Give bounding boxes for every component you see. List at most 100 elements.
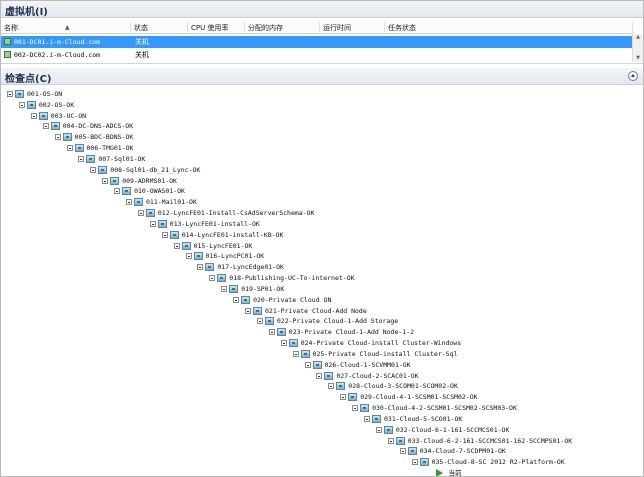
checkpoint-icon [110, 176, 120, 185]
collapse-node-icon[interactable] [137, 210, 144, 217]
col-header-status[interactable]: 状态 [131, 22, 188, 34]
collapse-node-icon[interactable] [399, 448, 406, 455]
collapse-node-icon[interactable] [340, 394, 347, 401]
checkpoint-node[interactable]: 028-Cloud-3-SCOM01-SCOM02-OK [328, 381, 458, 392]
vm-icon [4, 51, 11, 58]
collapse-node-icon[interactable] [90, 166, 97, 173]
checkpoint-node[interactable]: 001-OS-ON [7, 89, 62, 100]
checkpoint-node[interactable]: 027-Cloud-2-SCAC01-OK [316, 371, 419, 382]
collapse-node-icon[interactable] [328, 383, 335, 390]
checkpoint-label: 025-Private Cloud-install Cluster-Sql [312, 349, 458, 358]
checkpoint-icon [62, 133, 72, 142]
collapse-node-icon[interactable] [387, 437, 394, 444]
vm-row[interactable]: 001-DC01.i-m-Cloud.com 关机 [1, 36, 643, 48]
collapse-icon[interactable] [628, 71, 638, 81]
checkpoint-node[interactable]: 015-LyncFE01-OK [173, 241, 252, 252]
checkpoint-node[interactable]: 033-Cloud-6-2-161-SCCMCS01-162-SCCMPS01-… [387, 436, 572, 447]
checkpoint-node[interactable]: 016-LyncPC01-OK [185, 251, 264, 262]
checkpoint-tree: 001-OS-ON 002-OS-OK 003-UC-ON 004-DC-DNS-AD… [1, 86, 643, 476]
checkpoint-node[interactable]: 014-LyncFE01-install-KB-OK [161, 230, 283, 241]
checkpoint-icon [383, 425, 393, 434]
collapse-node-icon[interactable] [352, 405, 359, 412]
checkpoint-node[interactable]: 009-ADRMS01-OK [102, 176, 177, 187]
collapse-node-icon[interactable] [375, 426, 382, 433]
collapse-node-icon[interactable] [42, 123, 49, 130]
scroll-down-icon[interactable]: ▼ [634, 55, 642, 62]
checkpoint-label: 021-Private Cloud-Add Node [265, 306, 367, 315]
play-icon [435, 469, 443, 476]
checkpoint-node[interactable]: 029-Cloud-4-1-SCSM01-SCSM02-OK [340, 392, 478, 403]
collapse-node-icon[interactable] [126, 199, 132, 206]
checkpoint-label: 002-OS-OK [38, 100, 75, 109]
checkpoint-node[interactable]: 006-TMG01-OK [66, 143, 133, 154]
collapse-node-icon[interactable] [114, 188, 121, 195]
collapse-node-icon[interactable] [78, 155, 85, 162]
collapse-node-icon[interactable] [256, 318, 263, 325]
collapse-node-icon[interactable] [149, 220, 156, 227]
col-header-memory[interactable]: 分配的内存 [245, 22, 320, 34]
checkpoint-node[interactable]: 008-Sql01-db_21_Lync-OK [90, 165, 200, 176]
vm-table-scrollbar[interactable]: ▲ ▼ [632, 34, 643, 62]
collapse-node-icon[interactable] [280, 340, 287, 347]
checkpoint-node[interactable]: 023-Private Cloud-1-Add Node-1-2 [268, 327, 414, 338]
checkpoint-node[interactable]: 010-OWAS01-OK [114, 186, 185, 197]
checkpoint-node[interactable]: 032-Cloud-6-1-161-SCCMCS01-OK [375, 425, 509, 436]
checkpoint-node[interactable]: 007-Sql01-OK [78, 154, 145, 165]
checkpoint-node[interactable]: 030-Cloud-4-2-SCSM01-SCSM02-SCSM03-OK [352, 403, 517, 414]
collapse-node-icon[interactable] [411, 459, 418, 466]
checkpoint-icon [15, 90, 24, 98]
collapse-node-icon[interactable] [30, 112, 37, 119]
checkpoint-label: 028-Cloud-3-SCOM01-SCOM02-OK [348, 382, 458, 391]
checkpoint-node[interactable]: 031-Cloud-5-SCO01-OK [364, 414, 462, 425]
checkpoint-node[interactable]: 005-BDC-BDNS-OK [54, 132, 133, 143]
checkpoint-node[interactable]: 003-UC-ON [30, 111, 86, 122]
checkpoint-node[interactable]: 013-LyncFE01-install-OK [149, 219, 260, 230]
collapse-node-icon[interactable] [268, 329, 275, 336]
checkpoint-now-node[interactable]: 当前 [435, 468, 462, 476]
collapse-node-icon[interactable] [18, 101, 25, 108]
checkpoint-label: 022-Private Cloud-1-Add Storage [276, 317, 399, 326]
checkpoint-node[interactable]: 024-Private Cloud-install Cluster-Window… [280, 338, 461, 349]
checkpoint-icon [157, 219, 167, 228]
collapse-node-icon[interactable] [292, 350, 299, 357]
col-header-task-status[interactable]: 任务状态 [385, 22, 633, 34]
checkpoint-icon [169, 230, 179, 239]
checkpoint-node[interactable]: 034-Cloud-7-SCDPM01-OK [399, 446, 506, 457]
checkpoint-node[interactable]: 004-DC-DNS-ADCS-OK [42, 121, 133, 132]
collapse-node-icon[interactable] [102, 177, 109, 184]
checkpoint-node[interactable]: 035-Cloud-8-SC 2012 R2-Platform-OK [411, 457, 565, 468]
collapse-node-icon[interactable] [66, 145, 73, 152]
collapse-node-icon[interactable] [173, 242, 180, 249]
collapse-node-icon[interactable] [304, 361, 311, 368]
collapse-node-icon[interactable] [7, 91, 13, 97]
collapse-node-icon[interactable] [233, 296, 240, 303]
vm-section-header[interactable]: 虚拟机(I) [1, 1, 643, 18]
checkpoint-node[interactable]: 026-Cloud-1-SCVMM01-OK [304, 360, 411, 371]
checkpoint-node[interactable]: 019-SP01-OK [221, 284, 284, 295]
collapse-node-icon[interactable] [209, 275, 216, 282]
collapse-node-icon[interactable] [221, 285, 228, 292]
collapse-node-icon[interactable] [197, 264, 204, 271]
collapse-node-icon[interactable] [364, 415, 370, 422]
col-header-uptime[interactable]: 运行时间 [320, 22, 385, 34]
checkpoint-node[interactable]: 017-LyncEdge01-OK [197, 262, 284, 273]
checkpoint-node[interactable]: 018-Publishing-UC-To-internet-OK [209, 273, 355, 284]
checkpoint-node[interactable]: 011-Mail01-OK [126, 197, 197, 208]
checkpoint-node[interactable]: 025-Private Cloud-install Cluster-Sql [292, 349, 458, 360]
checkpoint-node[interactable]: 002-OS-OK [18, 100, 75, 111]
checkpoint-node[interactable]: 012-LyncFE01-Install-CsAdServerSchema-OK [137, 208, 314, 219]
checkpoint-node[interactable]: 022-Private Cloud-1-Add Storage [256, 316, 399, 327]
sort-up-icon: ▲ [65, 24, 70, 31]
collapse-node-icon[interactable] [161, 231, 168, 238]
vm-row[interactable]: 002-DC02.i-m-Cloud.com 关机 [1, 49, 643, 61]
collapse-node-icon[interactable] [54, 134, 61, 141]
scroll-up-icon[interactable]: ▲ [634, 34, 642, 41]
collapse-node-icon[interactable] [185, 253, 192, 260]
checkpoint-node[interactable]: 020-Private Cloud ON [233, 295, 331, 306]
checkpoint-section-header[interactable]: 检查点(C) [1, 68, 643, 85]
col-header-cpu[interactable]: CPU 使用率 [188, 22, 245, 34]
checkpoint-node[interactable]: 021-Private Cloud-Add Node [245, 306, 367, 317]
collapse-node-icon[interactable] [316, 372, 323, 379]
collapse-node-icon[interactable] [245, 307, 251, 314]
col-header-name[interactable]: 名称 ▲ [1, 22, 131, 34]
